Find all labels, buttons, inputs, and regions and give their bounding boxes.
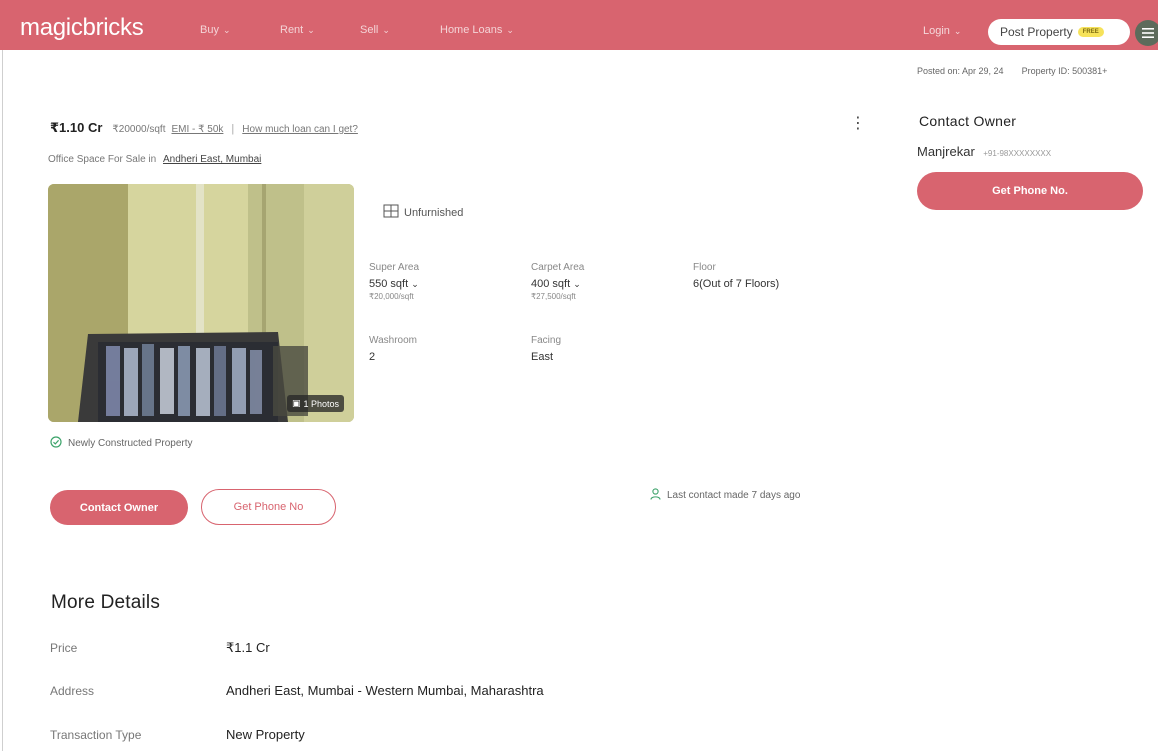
contact-owner-title: Contact Owner: [919, 113, 1017, 129]
posted-meta: Posted on: Apr 29, 24 Property ID: 500381…: [917, 66, 1107, 76]
chevron-down-icon: ⌄: [222, 24, 231, 35]
owner-phone-masked: +91-98XXXXXXXX: [983, 149, 1052, 158]
price-row: ₹1.10 Cr ₹20000/sqft EMI - ₹ 50k | How m…: [50, 120, 358, 136]
chevron-down-icon: ⌄: [953, 25, 962, 36]
nav-buy[interactable]: Buy ⌄: [200, 24, 231, 36]
post-property-button[interactable]: Post Property FREE: [988, 19, 1130, 45]
nav-buy-label: Buy: [200, 24, 219, 36]
post-property-label: Post Property: [1000, 25, 1073, 39]
nav-rent-label: Rent: [280, 24, 304, 36]
free-badge: FREE: [1077, 27, 1104, 37]
spec-floor: Floor 6(Out of 7 Floors): [693, 262, 779, 290]
more-options-icon[interactable]: ⋮: [850, 116, 866, 132]
spec-carpet-area: Carpet Area 400 sqft ⌄ ₹27,500/sqft: [531, 262, 584, 301]
loan-eligibility-link[interactable]: How much loan can I get?: [242, 124, 358, 135]
washroom-value: 2: [369, 351, 376, 363]
photos-count-badge[interactable]: ▣ 1 Photos: [286, 395, 344, 412]
office-photo-image: [48, 184, 354, 422]
spec-super-area: Super Area 550 sqft ⌄ ₹20,000/sqft: [369, 262, 419, 301]
spec-facing: Facing East: [531, 335, 561, 363]
price: ₹1.10 Cr: [50, 120, 103, 135]
washroom-label: Washroom: [369, 335, 417, 346]
newly-constructed-label: Newly Constructed Property: [68, 438, 193, 449]
price-per-sqft: ₹20000/sqft: [112, 124, 166, 135]
detail-key: Address: [50, 683, 95, 698]
sidebar-get-phone-button[interactable]: Get Phone No.: [917, 172, 1143, 210]
super-area-value: 550 sqft ⌄: [369, 278, 419, 290]
furnishing-label: Unfurnished: [404, 206, 464, 219]
detail-key: Price: [50, 641, 78, 655]
floor-label: Floor: [693, 262, 716, 273]
nav-rent[interactable]: Rent ⌄: [280, 24, 315, 36]
chevron-down-icon: ⌄: [506, 24, 514, 35]
gallery-icon: ▣: [291, 398, 301, 408]
top-navbar: magicbricks Buy ⌄ Rent ⌄ Sell ⌄ Home Loans ⌄…: [0, 0, 1158, 50]
login-dropdown[interactable]: Login ⌄: [923, 25, 961, 37]
more-details-title: More Details: [51, 592, 161, 613]
chevron-down-icon: ⌄: [307, 24, 315, 35]
user-icon: [650, 488, 661, 503]
subtitle-prefix: Office Space For Sale in: [48, 154, 157, 165]
check-circle-icon: [50, 436, 62, 451]
super-area-label: Super Area: [369, 262, 420, 273]
get-phone-button[interactable]: Get Phone No: [201, 489, 336, 525]
magicbricks-logo[interactable]: magicbricks: [20, 14, 144, 42]
furnishing-status: Unfurnished: [383, 204, 463, 221]
detail-key: Transaction Type: [50, 727, 142, 742]
facing-label: Facing: [531, 335, 562, 346]
detail-row-address: Address Andheri East, Mumbai - Western M…: [50, 683, 544, 698]
carpet-area-value: 400 sqft ⌄: [531, 278, 581, 290]
floor-value: 6(Out of 7 Floors): [693, 278, 780, 290]
location-link[interactable]: Andheri East, Mumbai: [163, 154, 261, 165]
left-divider: [2, 50, 3, 751]
detail-value: New Property: [226, 727, 305, 742]
owner-name: Manjrekar: [917, 144, 975, 159]
nav-home-loans[interactable]: Home Loans ⌄: [440, 24, 514, 36]
posted-on: Posted on: Apr 29, 24: [917, 66, 1004, 76]
spec-washroom: Washroom 2: [369, 335, 417, 363]
divider: |: [231, 123, 235, 135]
detail-row-price: Price ₹1.1 Cr: [50, 640, 270, 656]
owner-info: Manjrekar +91-98XXXXXXXX: [917, 143, 1051, 161]
detail-value: ₹1.1 Cr: [226, 640, 270, 655]
property-photo[interactable]: ▣ 1 Photos: [48, 184, 354, 422]
chevron-down-icon: ⌄: [382, 24, 390, 35]
super-area-rate: ₹20,000/sqft: [369, 292, 414, 301]
newly-constructed-tag: Newly Constructed Property: [50, 436, 193, 451]
listing-subtitle: Office Space For Sale in Andheri East, M…: [48, 154, 261, 165]
property-id: Property ID: 500381+: [1021, 66, 1108, 76]
emi-link[interactable]: EMI - ₹ 50k: [171, 124, 223, 135]
hamburger-icon[interactable]: [1135, 20, 1158, 46]
detail-row-transaction-type: Transaction Type New Property: [50, 727, 305, 742]
detail-value: Andheri East, Mumbai - Western Mumbai, M…: [226, 683, 544, 698]
last-contact-info: Last contact made 7 days ago: [650, 488, 800, 503]
login-label: Login: [923, 25, 950, 37]
photos-count: 1 Photos: [303, 398, 339, 409]
contact-owner-button[interactable]: Contact Owner: [50, 490, 188, 525]
furniture-icon: [383, 204, 399, 221]
last-contact-label: Last contact made 7 days ago: [667, 490, 801, 501]
carpet-area-label: Carpet Area: [531, 262, 585, 273]
nav-sell[interactable]: Sell ⌄: [360, 24, 390, 36]
nav-sell-label: Sell: [360, 24, 379, 36]
info-icon: ⌄: [573, 279, 581, 289]
nav-home-loans-label: Home Loans: [440, 24, 503, 36]
facing-value: East: [531, 351, 554, 363]
carpet-area-rate: ₹27,500/sqft: [531, 292, 576, 301]
info-icon: ⌄: [411, 279, 419, 289]
